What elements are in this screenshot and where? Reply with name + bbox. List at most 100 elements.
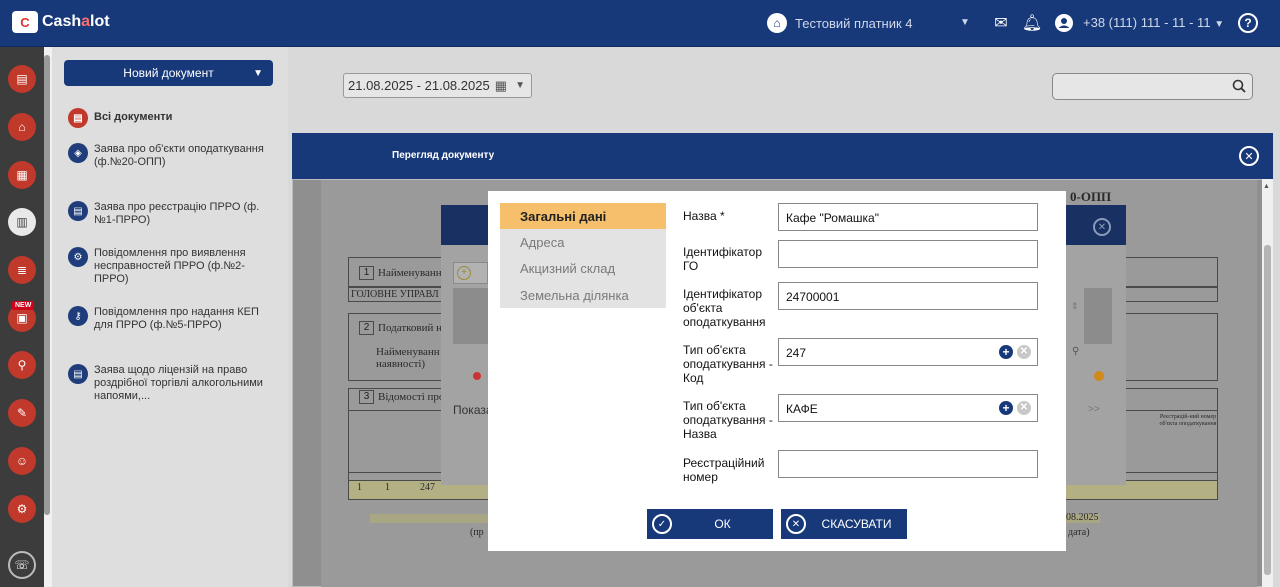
chevron-down-icon: ▼ — [253, 68, 263, 79]
background-table-header — [453, 288, 488, 344]
date-range-picker[interactable]: 21.08.2025 - 21.08.2025 ▦ ▼ — [343, 73, 532, 98]
clear-icon[interactable]: ✕ — [1017, 345, 1031, 359]
clear-icon[interactable]: ✕ — [1017, 401, 1031, 415]
tab-land-plot[interactable]: Земельна ділянка — [500, 282, 666, 308]
left-rail: ▤ ⌂ ▦ ▥ ≣ ▣ ⚲ ✎ ☺ ⚙ ☏ — [0, 47, 44, 587]
viewer-header: Перегляд документу ✕ — [292, 133, 1273, 179]
type-code-label: Тип об'єкта оподаткування - Код — [683, 343, 773, 385]
doc-section-2-sub2: наявності) — [376, 358, 426, 370]
gear-icon: ⚙ — [68, 247, 88, 267]
next-page-icon[interactable]: >> — [1088, 404, 1100, 415]
background-add-button[interactable]: + — [453, 262, 488, 284]
sidebar-item-form-2-prro[interactable]: ⚙ Повідомлення про виявлення несправност… — [68, 247, 274, 286]
rail-scrollbar[interactable] — [44, 55, 50, 515]
doc-section-3-label: Відомості про — [378, 391, 445, 403]
object-id-field[interactable]: 24700001 — [778, 282, 1038, 310]
go-id-label: Ідентифікатор ГО — [683, 245, 763, 273]
user-icon[interactable] — [1054, 13, 1074, 33]
search-input[interactable] — [1052, 73, 1253, 100]
chevron-down-icon[interactable]: ▼ — [960, 17, 970, 28]
reg-number-label: Реєстраційний номер — [683, 456, 765, 484]
go-id-field[interactable] — [778, 240, 1038, 268]
doc-date-caption: дата) — [1068, 527, 1090, 538]
doc-row-num: 1 — [357, 482, 362, 493]
viewer-title: Перегляд документу — [392, 150, 495, 161]
document-sidebar: Новий документ ▼ ▤ Всі документи ◈ Заява… — [52, 47, 288, 587]
scroll-up-icon[interactable]: ▲ — [1263, 183, 1270, 190]
user-phone-menu[interactable]: +38 (111) 111 - 11 - 11 ▼ — [1083, 15, 1224, 30]
rail-orders-icon[interactable]: ✎ — [8, 399, 36, 427]
doc-form-code: 0-ОПП — [1070, 189, 1112, 204]
chevron-down-icon: ▼ — [515, 80, 525, 91]
app-logo[interactable]: C Cashalot — [12, 11, 110, 33]
mail-icon[interactable]: ✉ — [991, 13, 1011, 33]
cancel-button[interactable]: ✕ СКАСУВАТИ — [781, 509, 907, 539]
rail-documents-icon[interactable]: ▥ — [8, 208, 36, 236]
rail-reports-icon[interactable]: ≣ — [8, 256, 36, 284]
type-name-label: Тип об'єкта оподаткування - Назва — [683, 399, 773, 441]
sort-icon[interactable]: ⇕ — [1071, 301, 1079, 312]
background-table-header-right — [1084, 288, 1112, 344]
chevron-down-icon: ▼ — [1214, 19, 1225, 30]
sidebar-item-all-documents[interactable]: ▤ Всі документи — [68, 108, 274, 128]
bell-icon[interactable]: 🔔︎ — [1022, 13, 1042, 33]
name-label: Назва * — [683, 209, 725, 223]
tab-general[interactable]: Загальні дані — [500, 203, 666, 229]
sidebar-item-alcohol-license[interactable]: ▤ Заява щодо ліцензій на право роздрібно… — [68, 364, 274, 403]
document-icon: ▤ — [68, 364, 88, 384]
all-documents-icon: ▤ — [68, 108, 88, 128]
top-bar: C Cashalot ⌂ Тестовий платник 4 ▼ ✉ 🔔︎ +… — [0, 0, 1280, 47]
doc-row-value-1: 1 — [385, 482, 390, 493]
logo-icon: C — [12, 11, 38, 33]
sidebar-item-form-5-prro[interactable]: ⚷ Повідомлення про надання КЕП для ПРРО … — [68, 306, 274, 332]
new-badge: NEW — [12, 301, 35, 310]
help-icon[interactable]: ? — [1238, 13, 1258, 33]
payer-name: Тестовий платник 4 — [795, 15, 913, 31]
check-icon: ✓ — [652, 514, 672, 534]
page-size-label: Показа — [453, 403, 493, 417]
doc-sign-caption: (пр — [470, 527, 484, 538]
rail-delivery-icon[interactable]: ⚲ — [8, 351, 36, 379]
object-edit-dialog: Загальні дані Адреса Акцизний склад Земе… — [488, 191, 1066, 551]
rail-cashier-icon[interactable]: ▤ — [8, 65, 36, 93]
rail-settings-icon[interactable]: ⚙ — [8, 495, 36, 523]
doc-section-2-sub: Найменуванн — [376, 346, 440, 358]
doc-section-2-label: Податковий н — [378, 322, 443, 334]
add-icon[interactable]: + — [999, 345, 1013, 359]
doc-section-3-num: 3 — [359, 390, 374, 404]
search-icon[interactable]: ⚲ — [1072, 346, 1079, 357]
key-icon: ⚷ — [68, 306, 88, 326]
doc-date: 08.2025 — [1066, 512, 1099, 523]
calendar-icon: ▦ — [494, 78, 507, 93]
logo-text: Cashalot — [42, 13, 110, 30]
name-field[interactable]: Кафе "Ромашка" — [778, 203, 1038, 231]
status-dot-icon — [1094, 371, 1104, 381]
tab-address[interactable]: Адреса — [500, 229, 666, 255]
home-icon: ⌂ — [767, 13, 787, 33]
rail-support-icon[interactable]: ☏ — [8, 551, 36, 579]
close-icon: ✕ — [786, 514, 806, 534]
doc-section-1-num: 1 — [359, 266, 374, 280]
sidebar-item-form-20-opp[interactable]: ◈ Заява про об'єкти оподаткування (ф.№20… — [68, 143, 274, 169]
doc-section-1-label: Найменуванн — [378, 267, 442, 279]
document-icon: ▤ — [68, 201, 88, 221]
doc-col-reg-number: Реєстрацій-ний номер об'єкта оподаткуван… — [1159, 414, 1217, 427]
tab-excise-warehouse[interactable]: Акцизний склад — [500, 255, 666, 281]
rail-register-icon[interactable]: ▦ — [8, 161, 36, 189]
dialog-tabs: Загальні дані Адреса Акцизний склад Земе… — [500, 203, 666, 308]
close-icon[interactable]: ✕ — [1239, 146, 1259, 166]
sidebar-item-form-1-prro[interactable]: ▤ Заява про реєстрацію ПРРО (ф.№1-ПРРО) — [68, 201, 274, 227]
doc-row-value-2: 247 — [420, 482, 435, 493]
status-dot-icon — [473, 372, 481, 380]
rail-users-icon[interactable]: ☺ — [8, 447, 36, 475]
payer-selector[interactable]: ⌂ Тестовий платник 4 — [767, 13, 913, 33]
viewer-scroll-thumb[interactable] — [1264, 245, 1271, 575]
reg-number-field[interactable] — [778, 450, 1038, 478]
search-icon[interactable] — [1232, 79, 1246, 96]
object-id-label: Ідентифікатор об'єкта оподаткування — [683, 287, 766, 329]
ok-button[interactable]: ✓ ОК — [647, 509, 773, 539]
rail-home-icon[interactable]: ⌂ — [8, 113, 36, 141]
close-icon[interactable]: ✕ — [1093, 218, 1111, 236]
new-document-button[interactable]: Новий документ ▼ — [64, 60, 273, 86]
add-icon[interactable]: + — [999, 401, 1013, 415]
